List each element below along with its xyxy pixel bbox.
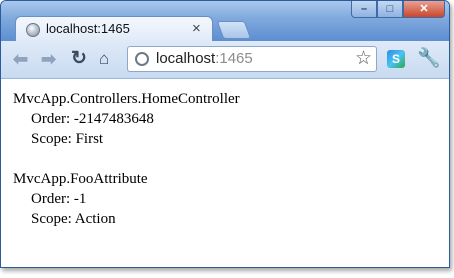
entry-scope: Scope: Action — [31, 211, 116, 227]
bookmark-star-icon[interactable]: ☆ — [355, 48, 372, 70]
entry-order: Order: -2147483648 — [31, 111, 154, 127]
entry-name: MvcApp.FooAttribute — [13, 171, 148, 187]
wrench-menu-icon[interactable]: 🔧 — [417, 48, 441, 70]
close-window-button[interactable]: ✕ — [403, 1, 445, 18]
entry-name: MvcApp.Controllers.HomeController — [13, 91, 240, 107]
maximize-button[interactable]: □ — [377, 1, 403, 18]
home-icon[interactable]: ⌂ — [99, 49, 109, 69]
page-icon — [135, 52, 149, 66]
url-port: :1465 — [215, 50, 253, 67]
globe-icon — [26, 23, 40, 37]
tab-close-button[interactable]: × — [192, 19, 201, 39]
url-text: localhost:1465 — [156, 50, 253, 67]
tab-title: localhost:1465 — [46, 21, 130, 36]
url-host: localhost — [156, 50, 216, 67]
address-bar[interactable]: localhost:1465 ☆ — [127, 46, 377, 72]
new-tab-button[interactable] — [216, 21, 252, 39]
browser-tab[interactable]: localhost:1465 × — [15, 16, 213, 43]
minimize-button[interactable]: – — [351, 1, 377, 18]
back-arrow-icon[interactable]: ⬅ — [13, 49, 28, 69]
window-controls: – □ ✕ — [351, 1, 445, 19]
reload-icon[interactable]: ↻ — [71, 49, 87, 69]
entry-order: Order: -1 — [31, 191, 87, 207]
navigation-toolbar: ⬅ ➡ ↻ ⌂ localhost:1465 ☆ S 🔧 — [1, 41, 449, 79]
forward-arrow-icon[interactable]: ➡ — [41, 49, 56, 69]
page-content: MvcApp.Controllers.HomeController Order:… — [13, 89, 443, 229]
title-bar: localhost:1465 × – □ ✕ — [1, 1, 449, 43]
browser-window: localhost:1465 × – □ ✕ ⬅ ➡ ↻ ⌂ localhost… — [0, 0, 450, 268]
entry-scope: Scope: First — [31, 131, 104, 147]
extension-icon[interactable]: S — [387, 50, 405, 68]
